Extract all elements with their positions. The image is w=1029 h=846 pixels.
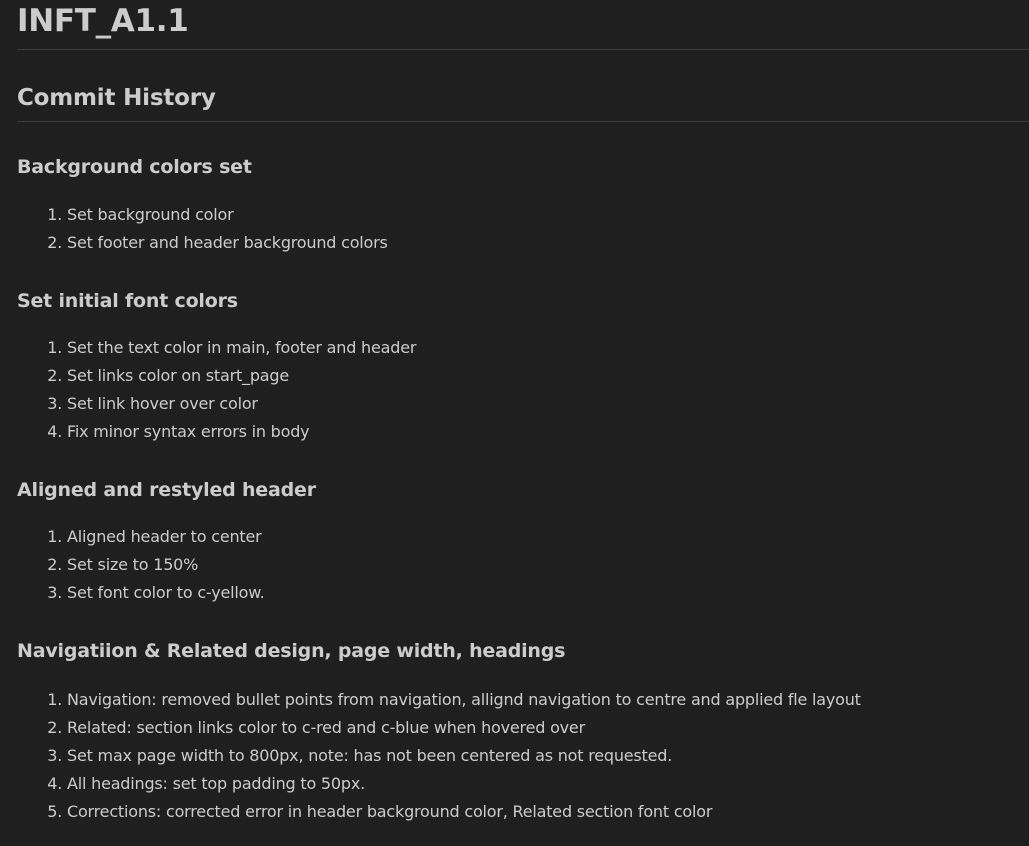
commit-list: Aligned header to center Set size to 150… [17, 523, 1029, 607]
list-item: Corrections: corrected error in header b… [67, 798, 1029, 826]
section-heading: Background colors set [17, 156, 252, 178]
list-item: Set footer and header background colors [67, 229, 1029, 257]
section-header-restyle: Aligned and restyled header Aligned head… [17, 478, 1029, 607]
section-font-colors: Set initial font colors Set the text col… [17, 289, 1029, 446]
list-item: Navigation: removed bullet points from n… [67, 686, 1029, 714]
list-item: Fix minor syntax errors in body [67, 418, 1029, 446]
commit-list: Set background color Set footer and head… [17, 201, 1029, 257]
commit-history-heading: Commit History [17, 50, 1029, 122]
section-heading: Aligned and restyled header [17, 479, 316, 501]
list-item: Set max page width to 800px, note: has n… [67, 742, 1029, 770]
section-background-colors: Background colors set Set background col… [17, 155, 1029, 257]
section-heading: Set initial font colors [17, 290, 238, 312]
list-item: Set links color on start_page [67, 362, 1029, 390]
list-item: Aligned header to center [67, 523, 1029, 551]
section-navigation-design: Navigatiion & Related design, page width… [17, 639, 1029, 826]
list-item: All headings: set top padding to 50px. [67, 770, 1029, 798]
list-item: Set font color to c-yellow. [67, 579, 1029, 607]
section-heading: Navigatiion & Related design, page width… [17, 640, 566, 662]
list-item: Set the text color in main, footer and h… [67, 334, 1029, 362]
document-title: INFT_A1.1 [17, 0, 1029, 50]
list-item: Related: section links color to c-red an… [67, 714, 1029, 742]
list-item: Set link hover over color [67, 390, 1029, 418]
commit-list: Set the text color in main, footer and h… [17, 334, 1029, 446]
markdown-preview: INFT_A1.1 Commit History Background colo… [17, 0, 1029, 821]
list-item: Set background color [67, 201, 1029, 229]
commit-list: Navigation: removed bullet points from n… [17, 686, 1029, 826]
list-item: Set size to 150% [67, 551, 1029, 579]
